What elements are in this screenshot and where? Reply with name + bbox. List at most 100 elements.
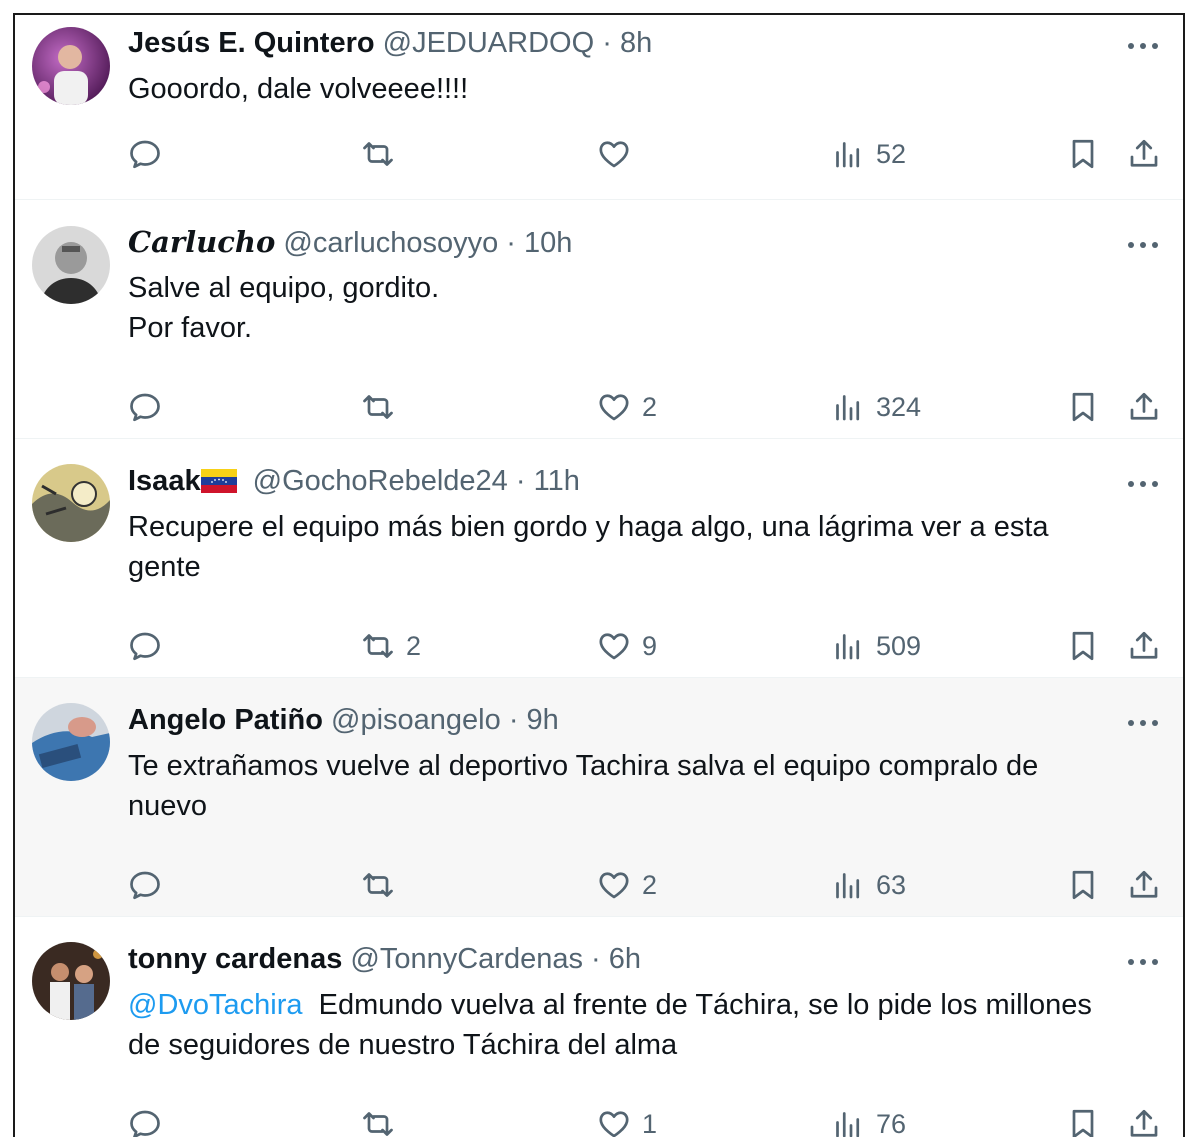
bookmark-button[interactable] bbox=[1065, 136, 1101, 172]
like-button[interactable] bbox=[596, 136, 642, 172]
display-name[interactable]: Jesús E. Quintero bbox=[128, 27, 375, 59]
reply-icon bbox=[130, 632, 160, 661]
bookmark-icon bbox=[1072, 870, 1094, 900]
retweet-button[interactable] bbox=[360, 867, 406, 903]
reply-icon bbox=[130, 1110, 160, 1137]
views-button[interactable]: 324 bbox=[830, 389, 921, 425]
handle[interactable]: @carluchosoyyo bbox=[283, 227, 498, 259]
separator: · bbox=[506, 227, 516, 259]
timestamp[interactable]: 11h bbox=[534, 465, 580, 497]
retweet-icon bbox=[363, 1112, 393, 1136]
text-line: Recupere el equipo más bien gordo y haga… bbox=[128, 511, 1049, 543]
tweet-header: Angelo Patiño @pisoangelo · 9h bbox=[128, 703, 559, 737]
text-fragment: Edmundo vuelva al frente de Táchira, se … bbox=[318, 989, 1092, 1021]
bookmark-button[interactable] bbox=[1065, 389, 1101, 425]
retweet-button[interactable]: 2 bbox=[360, 628, 421, 664]
share-button[interactable] bbox=[1126, 867, 1162, 903]
timestamp[interactable]: 10h bbox=[524, 227, 572, 259]
like-button[interactable]: 9 bbox=[596, 628, 657, 664]
share-button[interactable] bbox=[1126, 389, 1162, 425]
more-options-icon[interactable] bbox=[1125, 474, 1161, 494]
handle[interactable]: @TonnyCardenas bbox=[350, 943, 583, 975]
share-button[interactable] bbox=[1126, 1106, 1162, 1137]
more-options-icon[interactable] bbox=[1125, 713, 1161, 733]
view-count: 324 bbox=[876, 391, 922, 422]
share-button[interactable] bbox=[1126, 628, 1162, 664]
separator: · bbox=[602, 27, 612, 59]
views-button[interactable]: 63 bbox=[830, 867, 906, 903]
tweet[interactable]: Jesús E. Quintero @JEDUARDOQ · 8h Gooord… bbox=[15, 15, 1183, 200]
mention-link[interactable]: @DvoTachira bbox=[128, 989, 303, 1021]
avatar[interactable] bbox=[32, 703, 110, 781]
timestamp[interactable]: 6h bbox=[609, 943, 641, 975]
retweet-icon bbox=[363, 634, 393, 658]
views-icon bbox=[836, 634, 860, 660]
like-button[interactable]: 2 bbox=[596, 867, 657, 903]
tweet[interactable]: tonny cardenas @TonnyCardenas · 6h @DvoT… bbox=[15, 917, 1183, 1137]
view-count: 509 bbox=[876, 630, 922, 661]
bookmark-button[interactable] bbox=[1065, 628, 1101, 664]
handle[interactable]: @JEDUARDOQ bbox=[383, 27, 595, 59]
heart-icon bbox=[599, 1111, 629, 1137]
retweet-icon bbox=[363, 395, 393, 419]
bookmark-button[interactable] bbox=[1065, 1106, 1101, 1137]
retweet-count: 2 bbox=[406, 630, 422, 661]
tweet-text: Te extrañamos vuelve al deportivo Tachir… bbox=[128, 746, 1138, 826]
display-name[interactable]: tonny cardenas bbox=[128, 943, 342, 975]
avatar[interactable] bbox=[32, 464, 110, 542]
views-button[interactable]: 509 bbox=[830, 628, 921, 664]
reply-button[interactable] bbox=[127, 389, 173, 425]
text-line: Por favor. bbox=[128, 312, 253, 344]
more-options-icon[interactable] bbox=[1125, 36, 1161, 56]
reply-button[interactable] bbox=[127, 136, 173, 172]
like-button[interactable]: 1 bbox=[596, 1106, 657, 1137]
avatar[interactable] bbox=[32, 942, 110, 1020]
avatar[interactable] bbox=[32, 27, 110, 105]
views-button[interactable]: 52 bbox=[830, 136, 906, 172]
separator: · bbox=[591, 943, 601, 975]
share-icon bbox=[1130, 139, 1158, 167]
separator: · bbox=[508, 704, 519, 736]
retweet-button[interactable] bbox=[360, 389, 406, 425]
views-button[interactable]: 76 bbox=[830, 1106, 906, 1137]
more-options-icon[interactable] bbox=[1125, 235, 1161, 255]
share-button[interactable] bbox=[1126, 136, 1162, 172]
tweet-header: Carlucho @carluchosoyyo · 10h bbox=[128, 225, 572, 260]
avatar[interactable] bbox=[32, 226, 110, 304]
reply-icon bbox=[130, 393, 160, 422]
retweet-button[interactable] bbox=[360, 1106, 406, 1137]
display-name[interactable]: Carlucho bbox=[128, 225, 275, 259]
tweet[interactable]: Isaak @GochoRebelde24 · 11h Recupere el … bbox=[15, 439, 1183, 678]
tweet-header: Jesús E. Quintero @JEDUARDOQ · 8h bbox=[128, 26, 652, 60]
retweet-button[interactable] bbox=[360, 136, 406, 172]
display-name[interactable]: Angelo Patiño bbox=[128, 704, 323, 736]
handle[interactable]: @GochoRebelde24 bbox=[253, 465, 508, 497]
like-count: 9 bbox=[642, 630, 658, 661]
timestamp[interactable]: 9h bbox=[527, 704, 559, 736]
more-options-icon[interactable] bbox=[1125, 952, 1161, 972]
timestamp[interactable]: 8h bbox=[620, 27, 652, 59]
share-icon bbox=[1130, 392, 1158, 420]
tweet[interactable]: Carlucho @carluchosoyyo · 10h Salve al e… bbox=[15, 200, 1183, 439]
reply-icon bbox=[130, 871, 160, 900]
like-button[interactable]: 2 bbox=[596, 389, 657, 425]
tweet-text: @DvoTachira Edmundo vuelva al frente de … bbox=[128, 985, 1138, 1065]
replies-thread: Jesús E. Quintero @JEDUARDOQ · 8h Gooord… bbox=[13, 13, 1185, 1137]
display-name[interactable]: Isaak bbox=[128, 465, 201, 497]
bookmark-button[interactable] bbox=[1065, 867, 1101, 903]
reply-button[interactable] bbox=[127, 867, 173, 903]
text-line: nuevo bbox=[128, 790, 208, 822]
heart-icon bbox=[599, 394, 629, 421]
like-count: 1 bbox=[642, 1108, 658, 1138]
tweet-text: Salve al equipo, gordito. Por favor. bbox=[128, 268, 1138, 348]
tweet-text: Recupere el equipo más bien gordo y haga… bbox=[128, 507, 1138, 587]
tweet[interactable]: Angelo Patiño @pisoangelo · 9h Te extrañ… bbox=[15, 678, 1183, 917]
view-count: 76 bbox=[876, 1108, 907, 1138]
handle[interactable]: @pisoangelo bbox=[331, 704, 501, 736]
reply-button[interactable] bbox=[127, 628, 173, 664]
text-line: gente bbox=[128, 551, 201, 583]
reply-button[interactable] bbox=[127, 1106, 173, 1137]
tweet-text: Gooordo, dale volveeee!!!! bbox=[128, 69, 1138, 109]
bookmark-icon bbox=[1072, 631, 1094, 661]
heart-icon bbox=[599, 633, 629, 660]
